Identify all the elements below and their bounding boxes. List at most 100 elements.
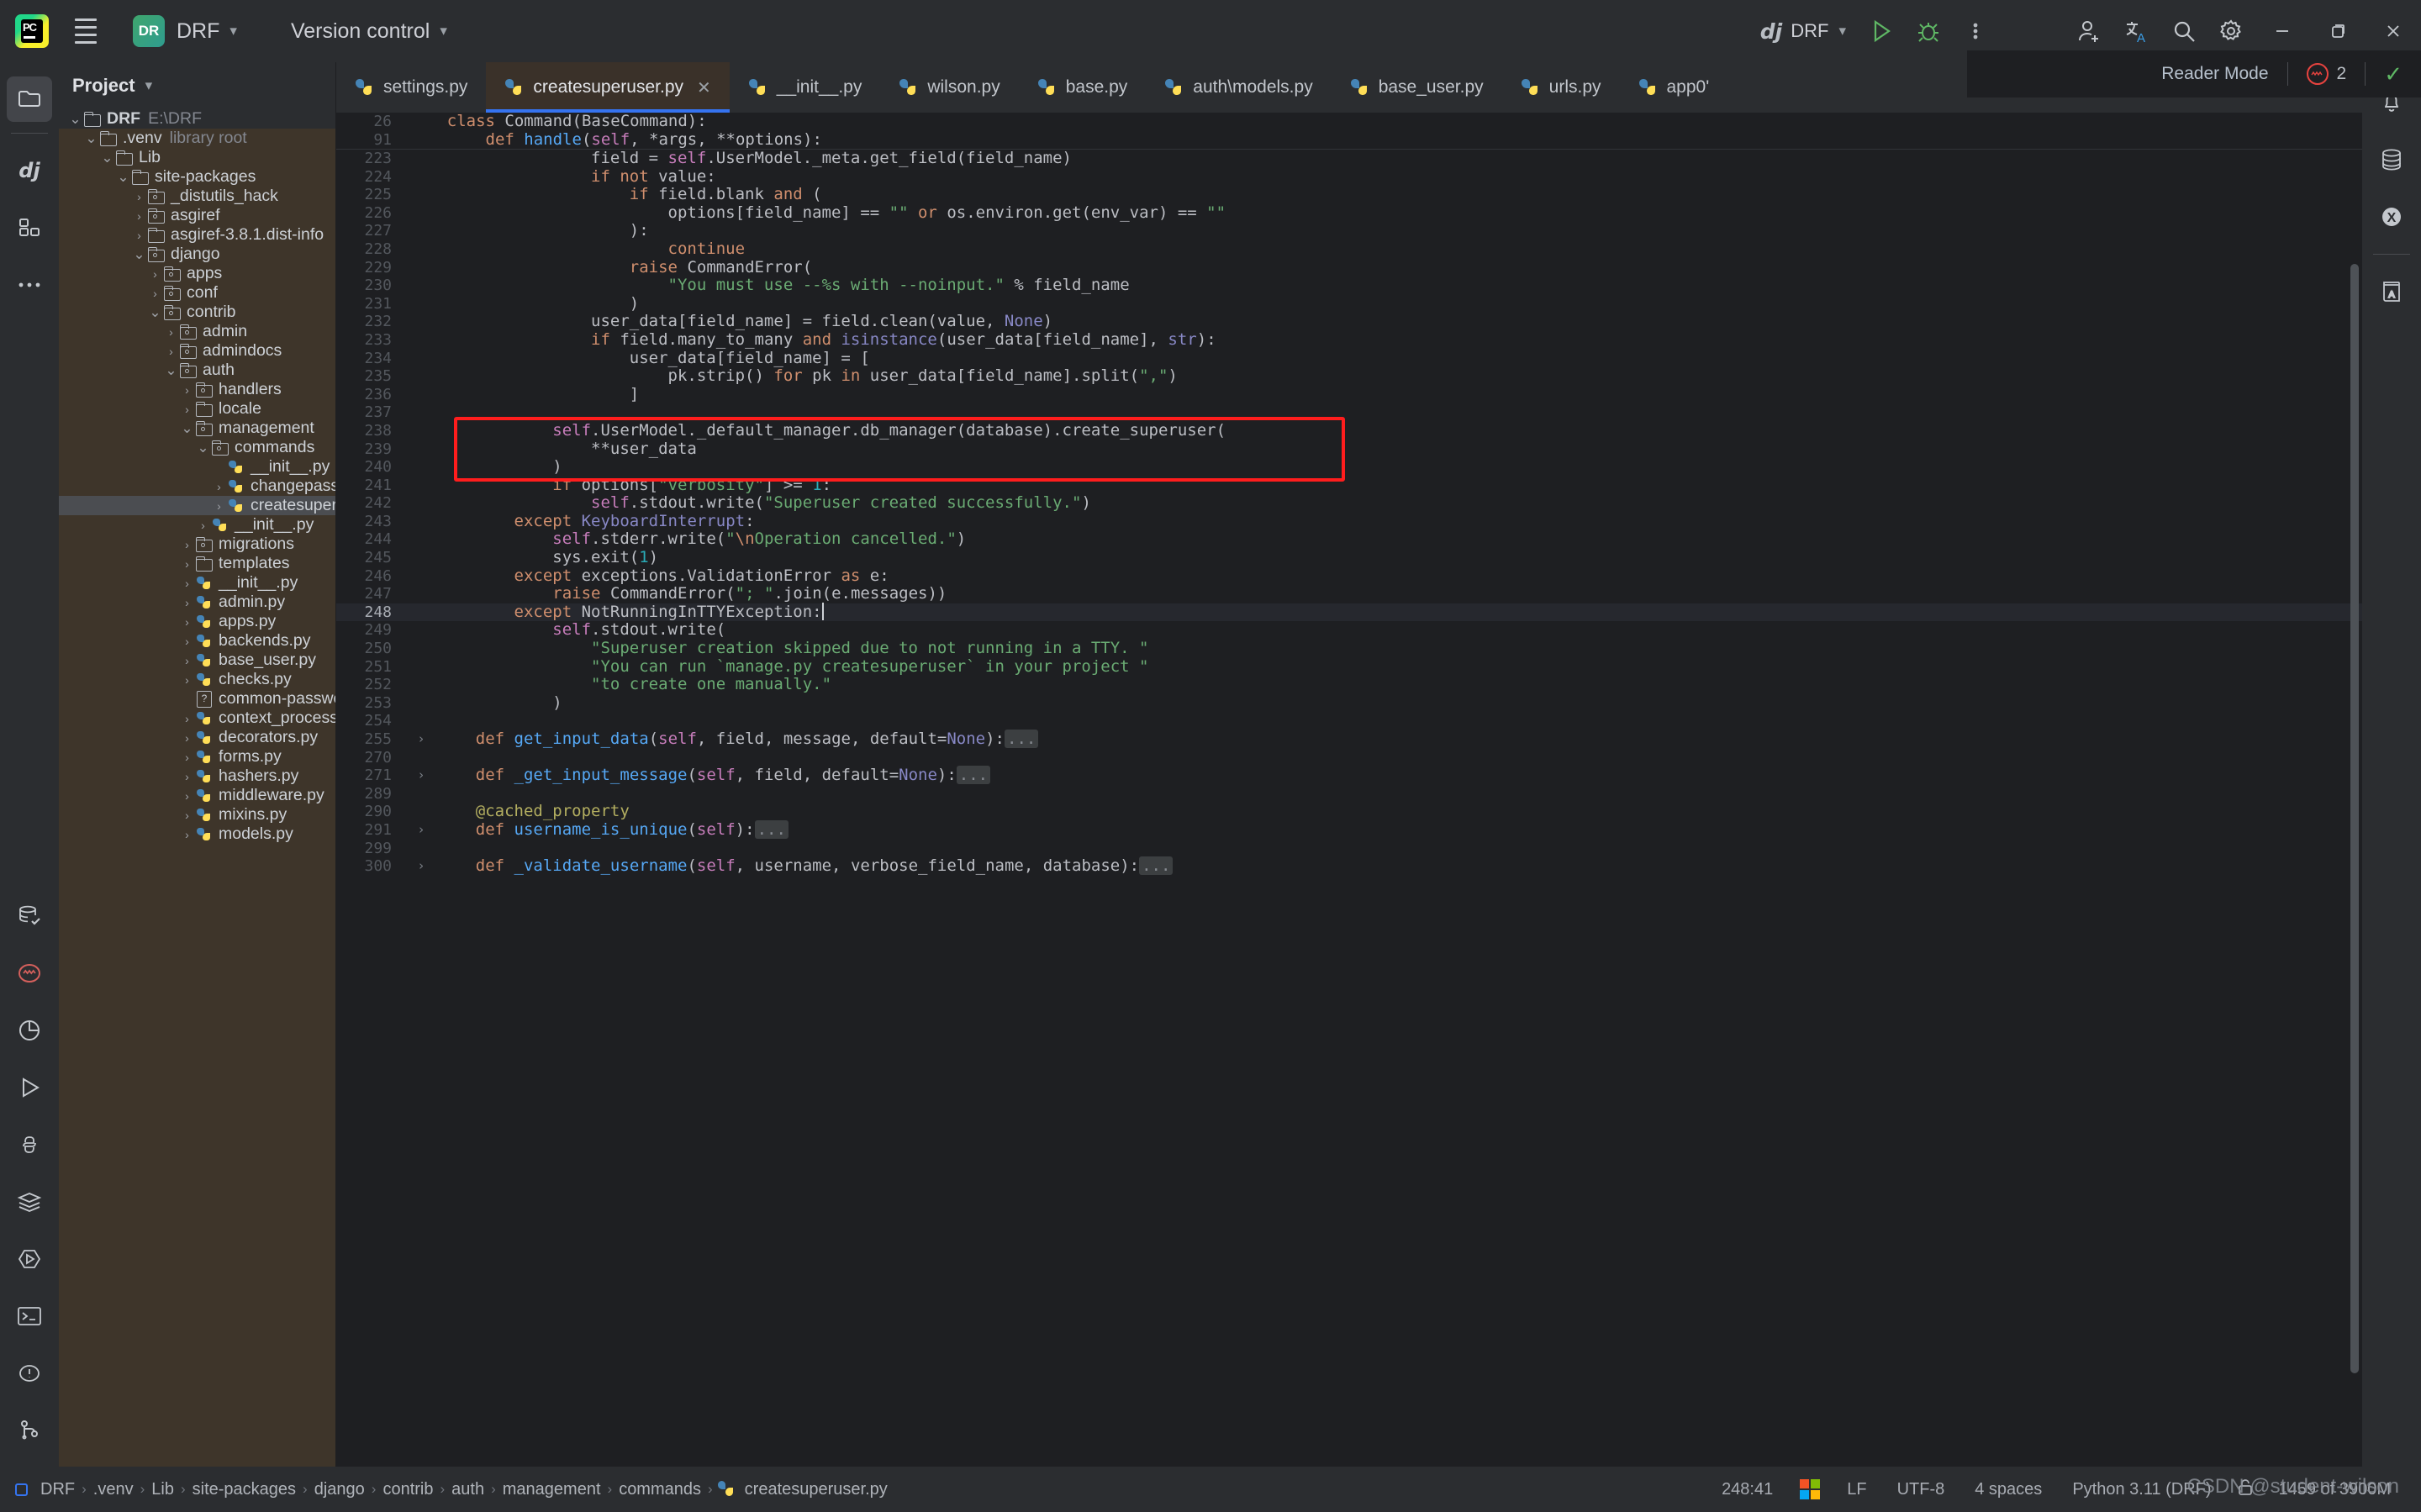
tree-item[interactable]: › _distutils_hack: [59, 187, 335, 206]
editor-tab[interactable]: __init__.py: [730, 62, 881, 113]
code-line[interactable]: 255 › def get_input_data(self, field, mes…: [336, 730, 2362, 749]
tree-item[interactable]: ⌄ django: [59, 245, 335, 264]
tree-item[interactable]: › middleware.py: [59, 786, 335, 805]
tree-item[interactable]: › mixins.py: [59, 805, 335, 824]
code-line[interactable]: 224 if not value:: [336, 167, 2362, 187]
project-pane-header[interactable]: Project ▾: [59, 62, 335, 109]
chevron-right-icon[interactable]: ›: [179, 673, 195, 687]
code-lines[interactable]: 223 field = self.UserModel._meta.get_fie…: [336, 149, 2362, 1467]
breadcrumb-segment[interactable]: contrib: [377, 1480, 438, 1499]
tree-item[interactable]: __init__.py: [59, 457, 335, 477]
chevron-right-icon[interactable]: ›: [131, 190, 147, 203]
chevron-down-icon[interactable]: ▾: [145, 77, 153, 94]
tree-item[interactable]: › asgiref: [59, 206, 335, 225]
project-selector[interactable]: DR DRF ▾: [104, 12, 244, 50]
code-line[interactable]: 223 field = self.UserModel._meta.get_fie…: [336, 149, 2362, 168]
code-line[interactable]: 230 "You must use --%s with --noinput." …: [336, 276, 2362, 295]
breadcrumb-segment[interactable]: site-packages: [187, 1480, 301, 1499]
tree-item[interactable]: ⌄ commands: [59, 438, 335, 457]
project-tree[interactable]: ⌄ DRF E:\DRF ⌄ .venv library root ⌄ Lib ⌄ site-pa…: [59, 109, 335, 1467]
sidebar-item-structure[interactable]: [7, 205, 52, 250]
editor-tab[interactable]: auth\models.py: [1146, 62, 1331, 113]
code-line[interactable]: 241 if options["verbosity"] >= 1:: [336, 476, 2362, 495]
breadcrumb[interactable]: DRF › .venv › Lib › site-packages › django › contr…: [15, 1480, 893, 1499]
chevron-down-icon[interactable]: ⌄: [67, 111, 83, 128]
tree-item[interactable]: ⌄ .venv library root: [59, 129, 335, 148]
tree-item[interactable]: › locale: [59, 399, 335, 419]
code-line[interactable]: 233 if field.many_to_many and isinstance…: [336, 330, 2362, 350]
chevron-right-icon[interactable]: ›: [147, 287, 163, 300]
editor-tab[interactable]: base_user.py: [1332, 62, 1502, 113]
sidebar-item-profiler[interactable]: [7, 1008, 52, 1053]
code-line-active[interactable]: 248 except NotRunningInTTYException:: [336, 603, 2362, 622]
code-line[interactable]: 228 continue: [336, 240, 2362, 259]
run-icon[interactable]: [1858, 8, 1905, 55]
tree-item[interactable]: › admin.py: [59, 593, 335, 612]
code-line[interactable]: 231 ): [336, 294, 2362, 313]
chevron-down-icon[interactable]: ⌄: [163, 362, 179, 379]
tree-item[interactable]: › apps: [59, 264, 335, 283]
chevron-down-icon[interactable]: ⌄: [83, 130, 99, 147]
fold-arrow-icon[interactable]: ›: [407, 730, 435, 749]
code-line[interactable]: 246 except exceptions.ValidationError as…: [336, 566, 2362, 586]
editor-tab[interactable]: app0': [1620, 62, 1728, 113]
code-line[interactable]: 249 self.stdout.write(: [336, 621, 2362, 640]
sidebar-item-run[interactable]: [7, 1065, 52, 1110]
chevron-right-icon[interactable]: ›: [179, 577, 195, 590]
tree-item[interactable]: ⌄ Lib: [59, 148, 335, 167]
code-line[interactable]: 237: [336, 403, 2362, 422]
code-line[interactable]: 271 › def _get_input_message(self, field,…: [336, 766, 2362, 785]
breadcrumb-segment[interactable]: commands: [614, 1480, 706, 1499]
code-line[interactable]: 235 pk.strip() for pk in user_data[field…: [336, 366, 2362, 386]
code-line[interactable]: 232 user_data[field_name] = field.clean(…: [336, 313, 2362, 331]
breadcrumb-segment[interactable]: Lib: [146, 1480, 179, 1499]
chevron-right-icon[interactable]: ›: [179, 383, 195, 397]
tree-item[interactable]: › admindocs: [59, 341, 335, 361]
tree-item[interactable]: › base_user.py: [59, 651, 335, 670]
breadcrumb-segment[interactable]: DRF: [35, 1480, 80, 1499]
chevron-right-icon[interactable]: ›: [179, 557, 195, 571]
code-line[interactable]: 229 raise CommandError(: [336, 258, 2362, 277]
chevron-down-icon[interactable]: ⌄: [131, 246, 147, 263]
tree-item[interactable]: › models.py: [59, 824, 335, 844]
chevron-right-icon[interactable]: ›: [131, 209, 147, 223]
sidebar-item-endpoints[interactable]: [7, 1236, 52, 1282]
chevron-right-icon[interactable]: ›: [179, 809, 195, 822]
sidebar-item-problems[interactable]: [7, 951, 52, 996]
sidebar-item-database[interactable]: [7, 893, 52, 939]
run-configuration-selector[interactable]: dj DRF ▾: [1754, 16, 1853, 47]
caret-position[interactable]: 248:41: [1706, 1480, 1788, 1499]
tree-item[interactable]: › backends.py: [59, 631, 335, 651]
sidebar-item-django[interactable]: dj: [7, 148, 52, 193]
tree-item-selected[interactable]: › createsuperuser.py: [59, 496, 335, 515]
sidebar-item-terminal[interactable]: [7, 1293, 52, 1339]
editor-scrollbar[interactable]: [2350, 264, 2359, 1373]
chevron-right-icon[interactable]: ›: [163, 345, 179, 358]
breadcrumb-segment[interactable]: management: [498, 1480, 606, 1499]
editor-tab[interactable]: settings.py: [336, 62, 486, 113]
code-line[interactable]: 234 user_data[field_name] = [: [336, 349, 2362, 368]
editor-tab[interactable]: createsuperuser.py ✕: [486, 62, 731, 113]
chevron-right-icon[interactable]: ›: [179, 635, 195, 648]
code-line[interactable]: 245 sys.exit(1): [336, 548, 2362, 567]
tree-item[interactable]: › conf: [59, 283, 335, 303]
tree-item[interactable]: › apps.py: [59, 612, 335, 631]
code-line[interactable]: 26 class Command(BaseCommand):: [336, 113, 2362, 131]
code-line[interactable]: 238 self.UserModel._default_manager.db_m…: [336, 421, 2362, 440]
chevron-down-icon[interactable]: ⌄: [115, 169, 131, 186]
tree-item[interactable]: › admin: [59, 322, 335, 341]
fold-arrow-icon[interactable]: ›: [407, 857, 435, 876]
tree-item[interactable]: › forms.py: [59, 747, 335, 767]
chevron-down-icon[interactable]: ⌄: [179, 420, 195, 437]
chevron-right-icon[interactable]: ›: [211, 499, 227, 513]
tree-item[interactable]: › hashers.py: [59, 767, 335, 786]
sidebar-item-python-console[interactable]: [7, 1122, 52, 1167]
code-line[interactable]: 291 › def username_is_unique(self):...: [336, 819, 2362, 840]
indent-setting[interactable]: 4 spaces: [1959, 1480, 2057, 1499]
code-line[interactable]: 251 "You can run `manage.py createsuperu…: [336, 657, 2362, 677]
tree-item[interactable]: ⌄ contrib: [59, 303, 335, 322]
chevron-right-icon[interactable]: ›: [179, 403, 195, 416]
add-user-icon[interactable]: [2066, 8, 2113, 55]
code-line[interactable]: 254: [336, 712, 2362, 730]
chevron-down-icon[interactable]: ⌄: [147, 304, 163, 321]
